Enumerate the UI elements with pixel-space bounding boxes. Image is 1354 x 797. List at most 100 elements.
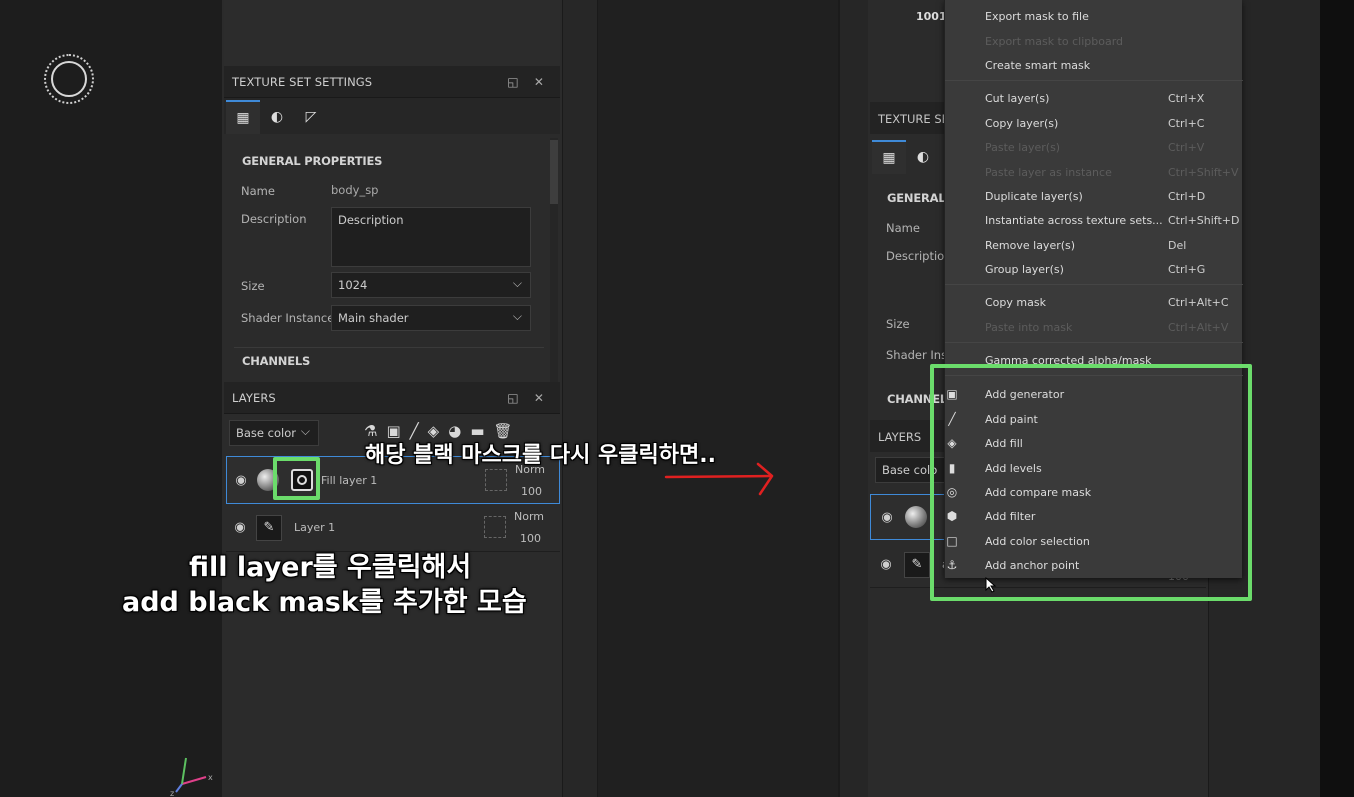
menu-item-remove-layers[interactable]: Remove layer(s) Del <box>985 239 1235 252</box>
shader-value: Main shader <box>338 311 409 325</box>
texture-set-tabs: ▦ ◐ ◸ <box>224 98 560 134</box>
menu-shortcut: Ctrl+D <box>1168 190 1206 203</box>
layer-name[interactable]: Fill layer 1 <box>321 474 377 487</box>
panel-title: TEXTURE SET SETTINGS <box>232 74 373 89</box>
right-general-title: GENERAL <box>887 191 946 205</box>
right-panel-title: TEXTURE SE <box>878 112 949 126</box>
scrollbar[interactable] <box>550 138 558 382</box>
menu-item-copy-layers[interactable]: Copy layer(s) Ctrl+C <box>985 117 1235 130</box>
axis-gizmo: x z <box>170 757 213 797</box>
menu-item-paste-layer-as-instance: Paste layer as instance Ctrl+Shift+V <box>985 166 1239 179</box>
uv-tile-label: 1001 <box>916 10 947 23</box>
layer-name[interactable]: Layer 1 <box>294 521 335 534</box>
panel-splitter[interactable] <box>562 0 598 797</box>
bottom-caption-line1: fill layer를 우클릭해서 <box>189 552 472 583</box>
undock-icon[interactable]: ◱ <box>500 391 526 405</box>
tab-uv-icon[interactable]: ◸ <box>294 100 328 134</box>
tab-settings-icon[interactable]: ▦ <box>226 100 260 134</box>
blend-preview <box>484 516 506 538</box>
size-dropdown[interactable]: 1024 <box>331 272 531 298</box>
description-label: Description <box>241 212 307 226</box>
menu-item-paste-into-mask: Paste into mask Ctrl+Alt+V <box>985 321 1235 334</box>
texture-set-settings-header: TEXTURE SET SETTINGS ◱ ✕ <box>224 66 560 98</box>
paint-thumbnail[interactable]: ✎ <box>904 551 930 578</box>
paint-thumbnail[interactable]: ✎ <box>256 514 282 541</box>
close-icon[interactable]: ✕ <box>526 391 552 405</box>
menu-shortcut: Ctrl+Alt+V <box>1168 321 1229 334</box>
right-size-label: Size <box>886 317 910 331</box>
menu-label: Paste layer(s) <box>985 141 1061 154</box>
menu-shortcut: Ctrl+V <box>1168 141 1205 154</box>
menu-item-instantiate-across-texture-sets[interactable]: Instantiate across texture sets... Ctrl+S… <box>985 214 1239 227</box>
menu-label: Copy layer(s) <box>985 117 1059 130</box>
layers-header: LAYERS ◱ ✕ <box>224 382 560 414</box>
menu-item-copy-mask[interactable]: Copy mask Ctrl+Alt+C <box>985 296 1235 309</box>
name-label: Name <box>241 184 275 198</box>
visibility-eye-icon[interactable]: ◉ <box>876 557 896 572</box>
tab-material-icon[interactable]: ◐ <box>906 140 940 174</box>
right-shader-label: Shader Ins <box>886 348 948 362</box>
menu-separator <box>945 342 1243 343</box>
right-name-label: Name <box>886 221 920 235</box>
menu-label: Create smart mask <box>985 59 1091 72</box>
right-layers-title: LAYERS <box>878 430 922 444</box>
menu-item-create-smart-mask[interactable]: Create smart mask <box>985 59 1235 72</box>
menu-label: Paste layer as instance <box>985 166 1112 179</box>
right-channel-value: Base colo <box>882 463 938 477</box>
menu-shortcut: Ctrl+C <box>1168 117 1205 130</box>
menu-label: Remove layer(s) <box>985 239 1076 252</box>
general-properties-title: GENERAL PROPERTIES <box>242 154 383 168</box>
layers-title: LAYERS <box>232 390 276 405</box>
menu-item-export-mask-to-file[interactable]: Export mask to file <box>985 10 1235 23</box>
blend-mode[interactable]: Norm <box>514 510 544 523</box>
texture-set-settings-panel: TEXTURE SET SETTINGS ◱ ✕ ▦ ◐ ◸ GENERAL P… <box>224 66 560 382</box>
tab-settings-icon[interactable]: ▦ <box>872 140 906 174</box>
menu-item-duplicate-layers[interactable]: Duplicate layer(s) Ctrl+D <box>985 190 1235 203</box>
tab-material-icon[interactable]: ◐ <box>260 100 294 134</box>
menu-label: Copy mask <box>985 296 1046 309</box>
menu-label: Export mask to file <box>985 10 1089 23</box>
menu-separator <box>945 80 1243 81</box>
undock-icon[interactable]: ◱ <box>500 75 526 89</box>
menu-shortcut: Ctrl+Alt+C <box>1168 296 1229 309</box>
mask-highlight-box <box>273 457 320 500</box>
visibility-eye-icon[interactable]: ◉ <box>877 510 897 525</box>
left-panel-top <box>224 0 560 66</box>
viewport-left[interactable]: x z <box>0 0 222 797</box>
top-caption: 해당 블랙 마스크를 다시 우클릭하면.. <box>365 443 716 468</box>
screen-edge <box>1320 0 1354 797</box>
opacity[interactable]: 100 <box>520 532 541 545</box>
blend-preview <box>485 469 507 491</box>
description-field[interactable]: Description <box>331 207 531 267</box>
visibility-eye-icon[interactable]: ◉ <box>230 520 250 535</box>
bottom-caption-line2: add black mask를 추가한 모습 <box>122 587 527 618</box>
menu-item-paste-layers: Paste layer(s) Ctrl+V <box>985 141 1235 154</box>
shader-instance-label: Shader Instance <box>241 311 335 325</box>
size-label: Size <box>241 279 265 293</box>
menu-item-cut-layers[interactable]: Cut layer(s) Ctrl+X <box>985 92 1235 105</box>
fill-thumbnail[interactable] <box>905 506 927 528</box>
size-value: 1024 <box>338 278 368 292</box>
right-viewport-edge <box>840 0 868 797</box>
menu-shortcut: Ctrl+Shift+D <box>1168 214 1240 227</box>
visibility-eye-icon[interactable]: ◉ <box>231 473 251 488</box>
menu-item-group-layers[interactable]: Group layer(s) Ctrl+G <box>985 263 1235 276</box>
close-icon[interactable]: ✕ <box>526 75 552 89</box>
menu-item-export-mask-to-clipboard: Export mask to clipboard <box>985 35 1235 48</box>
shader-instance-dropdown[interactable]: Main shader <box>331 305 531 331</box>
loading-spinner-inner <box>51 61 87 97</box>
menu-highlight-box <box>930 364 1252 601</box>
menu-label: Group layer(s) <box>985 263 1064 276</box>
menu-label: Paste into mask <box>985 321 1073 334</box>
divider <box>234 347 544 348</box>
name-value[interactable]: body_sp <box>331 183 378 197</box>
channels-title: CHANNELS <box>242 354 311 368</box>
channel-dropdown[interactable]: Base color <box>229 420 319 446</box>
axis-x-label: x <box>208 773 213 782</box>
opacity[interactable]: 100 <box>521 485 542 498</box>
menu-shortcut: Ctrl+Shift+V <box>1168 166 1239 179</box>
menu-shortcut: Ctrl+G <box>1168 263 1206 276</box>
viewport-middle[interactable] <box>598 0 838 797</box>
menu-label: Cut layer(s) <box>985 92 1050 105</box>
channel-value: Base color <box>236 426 296 440</box>
